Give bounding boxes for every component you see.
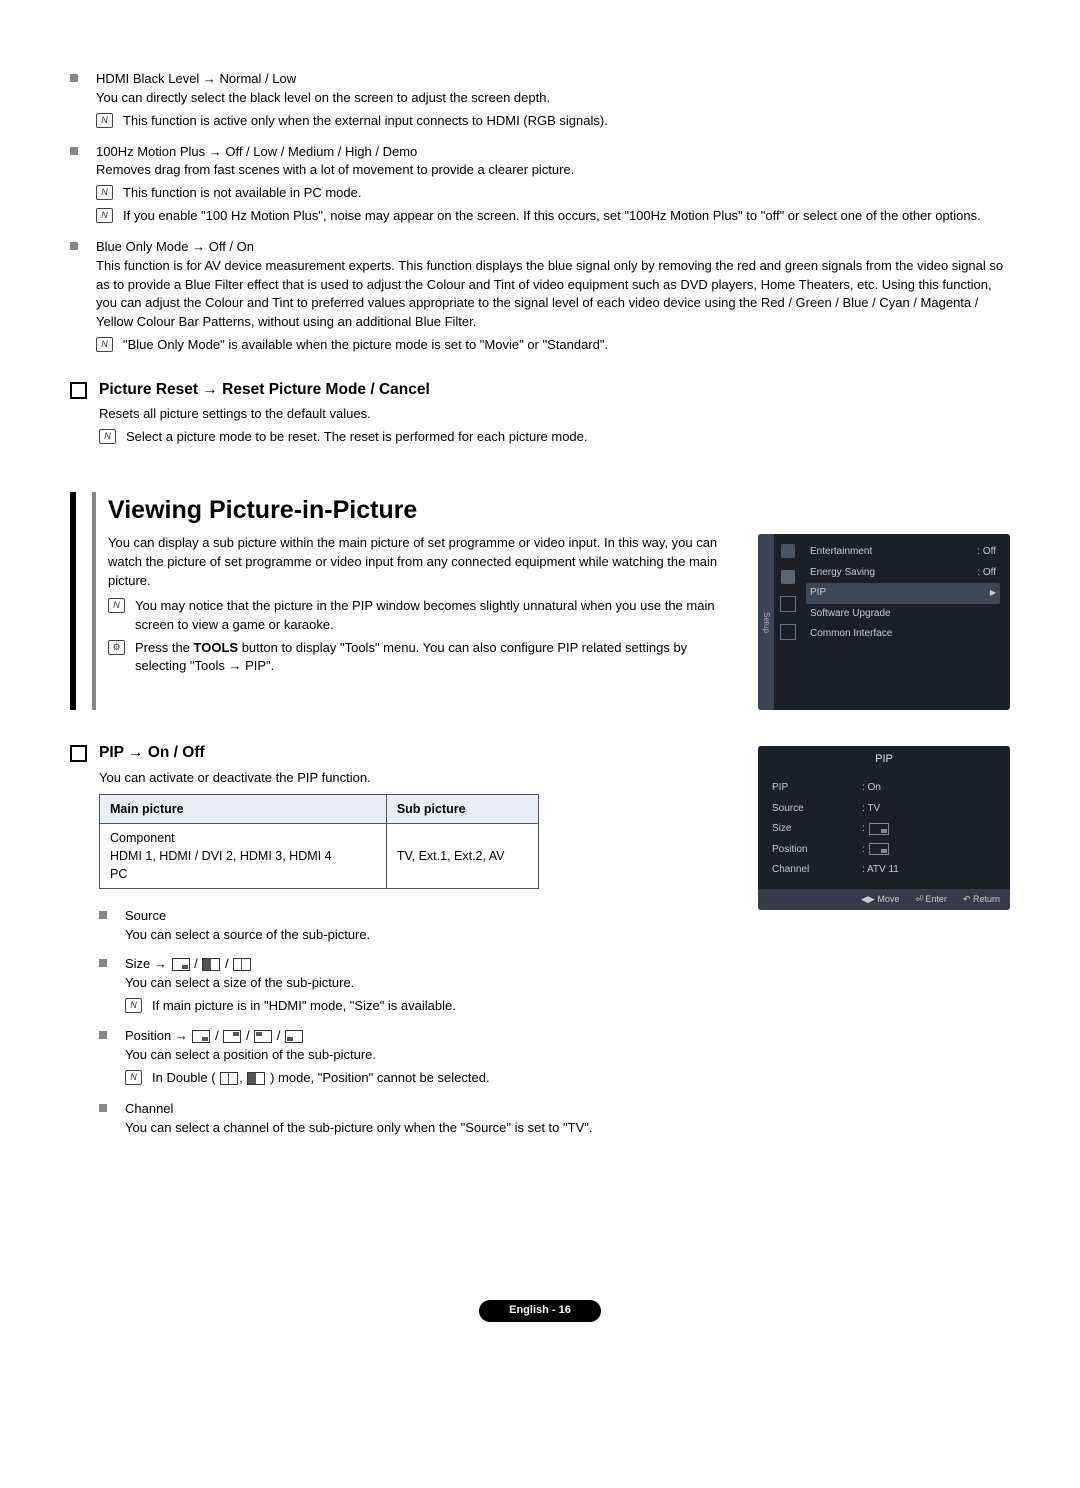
- source-title: Source: [125, 907, 730, 926]
- position-title: Position → / / /: [125, 1027, 730, 1046]
- osd2-key: PIP: [772, 781, 862, 796]
- blue-title: Blue Only Mode → Off / On: [96, 238, 1010, 257]
- item-blue-only: Blue Only Mode → Off / On This function …: [70, 238, 1010, 357]
- square-bullet-icon: [70, 74, 78, 82]
- note-icon: N: [99, 429, 116, 444]
- square-bullet-icon: [70, 242, 78, 250]
- item-100hz-motion: 100Hz Motion Plus → Off / Low / Medium /…: [70, 143, 1010, 228]
- square-bullet-icon: [99, 911, 107, 919]
- channel-desc: You can select a channel of the sub-pict…: [125, 1119, 730, 1138]
- size-desc: You can select a size of the sub-picture…: [125, 974, 730, 993]
- table-cell: Component HDMI 1, HDMI / DVI 2, HDMI 3, …: [100, 823, 387, 888]
- picture-reset-note: Select a picture mode to be reset. The r…: [126, 428, 588, 447]
- section-heading: Viewing Picture-in-Picture You can displ…: [70, 492, 1010, 710]
- position-icon: [223, 1030, 241, 1043]
- position-desc: You can select a position of the sub-pic…: [125, 1046, 730, 1065]
- note-icon: N: [96, 337, 113, 352]
- pip-intro-tool: Press the TOOLS button to display "Tools…: [135, 639, 730, 677]
- osd-row-val: : Off: [977, 545, 996, 560]
- osd-row-key: Energy Saving: [810, 566, 875, 581]
- hdmi-title: HDMI Black Level → Normal / Low: [96, 70, 1010, 89]
- pip-onoff-desc: You can activate or deactivate the PIP f…: [99, 769, 730, 788]
- osd-foot-return: ↶ Return: [963, 893, 1000, 906]
- pip-onoff-title: PIP → On / Off: [99, 742, 205, 764]
- motion-note1: This function is not available in PC mod…: [123, 184, 361, 203]
- tools-icon: ⚙: [108, 640, 125, 655]
- channel-title: Channel: [125, 1100, 730, 1119]
- osd2-val: :: [862, 822, 996, 837]
- picture-reset-desc: Resets all picture settings to the defau…: [99, 405, 1010, 424]
- checkbox-outline-icon: [70, 382, 87, 399]
- pip-intro-paragraph: You can display a sub picture within the…: [108, 534, 730, 591]
- osd-foot-move: ◀▶ Move: [861, 893, 899, 906]
- position-icon: [285, 1030, 303, 1043]
- square-bullet-icon: [99, 1031, 107, 1039]
- osd2-val: : ATV 11: [862, 863, 996, 878]
- size-mode-icon: [172, 958, 190, 971]
- table-header-main: Main picture: [100, 794, 387, 823]
- menu-icon: [781, 544, 795, 558]
- position-icon: [192, 1030, 210, 1043]
- size-note: If main picture is in "HDMI" mode, "Size…: [152, 997, 456, 1016]
- table-header-sub: Sub picture: [386, 794, 538, 823]
- square-bullet-icon: [99, 959, 107, 967]
- osd2-key: Source: [772, 802, 862, 817]
- position-icon: [254, 1030, 272, 1043]
- osd2-val: : TV: [862, 802, 996, 817]
- osd2-val: : On: [862, 781, 996, 796]
- item-hdmi-black-level: HDMI Black Level → Normal / Low You can …: [70, 70, 1010, 133]
- checkbox-outline-icon: [70, 745, 87, 762]
- motion-desc: Removes drag from fast scenes with a lot…: [96, 161, 1010, 180]
- source-desc: You can select a source of the sub-pictu…: [125, 926, 730, 945]
- osd2-key: Channel: [772, 863, 862, 878]
- table-cell: TV, Ext.1, Ext.2, AV: [386, 823, 538, 888]
- osd2-key: Size: [772, 822, 862, 837]
- motion-note2: If you enable "100 Hz Motion Plus", nois…: [123, 207, 981, 226]
- note-icon: N: [125, 1070, 142, 1085]
- osd-tab-label: Setup: [758, 534, 774, 710]
- page-footer: English - 16: [70, 1300, 1010, 1322]
- page-number: English - 16: [479, 1300, 601, 1322]
- osd-row-selected: PIP: [806, 583, 1000, 604]
- osd-row-key: Software Upgrade: [810, 607, 891, 622]
- double-mode-icon: [220, 1072, 238, 1085]
- double-mode-icon: [247, 1072, 265, 1085]
- menu-icon: [780, 624, 796, 640]
- h1-title: Viewing Picture-in-Picture: [108, 492, 1010, 528]
- osd-row-val: : Off: [977, 566, 996, 581]
- note-icon: N: [96, 185, 113, 200]
- blue-note: "Blue Only Mode" is available when the p…: [123, 336, 608, 355]
- osd2-val: :: [862, 843, 996, 858]
- heading-picture-reset: Picture Reset → Reset Picture Mode / Can…: [70, 379, 1010, 401]
- note-icon: N: [108, 598, 125, 613]
- position-note: In Double ( , ) mode, "Position" cannot …: [152, 1069, 490, 1088]
- blue-desc: This function is for AV device measureme…: [96, 257, 1010, 332]
- note-icon: N: [96, 113, 113, 128]
- osd2-key: Position: [772, 843, 862, 858]
- heading-pip-onoff: PIP → On / Off: [70, 742, 730, 764]
- menu-icon: [780, 596, 796, 612]
- hdmi-note: This function is active only when the ex…: [123, 112, 608, 131]
- osd2-title: PIP: [758, 746, 1010, 772]
- square-bullet-icon: [70, 147, 78, 155]
- osd-row-key: Common Interface: [810, 627, 892, 642]
- note-icon: N: [125, 998, 142, 1013]
- square-bullet-icon: [99, 1104, 107, 1112]
- size-title: Size → / /: [125, 955, 730, 974]
- pip-intro-note: You may notice that the picture in the P…: [135, 597, 730, 635]
- osd-pip-menu: PIP PIP: On Source: TV Size: Position: C…: [758, 746, 1010, 909]
- osd-row-key: Entertainment: [810, 545, 872, 560]
- pip-source-table: Main picture Sub picture Component HDMI …: [99, 794, 539, 890]
- note-icon: N: [96, 208, 113, 223]
- motion-title: 100Hz Motion Plus → Off / Low / Medium /…: [96, 143, 1010, 162]
- size-mode-icon: [233, 958, 251, 971]
- osd-setup-menu: Setup Entertainment : Off Energy Saving : …: [758, 534, 1010, 710]
- size-mode-icon: [202, 958, 220, 971]
- menu-icon: [781, 570, 795, 584]
- hdmi-desc: You can directly select the black level …: [96, 89, 1010, 108]
- picture-reset-title: Picture Reset → Reset Picture Mode / Can…: [99, 379, 430, 401]
- osd-foot-enter: ⏎ Enter: [915, 893, 947, 906]
